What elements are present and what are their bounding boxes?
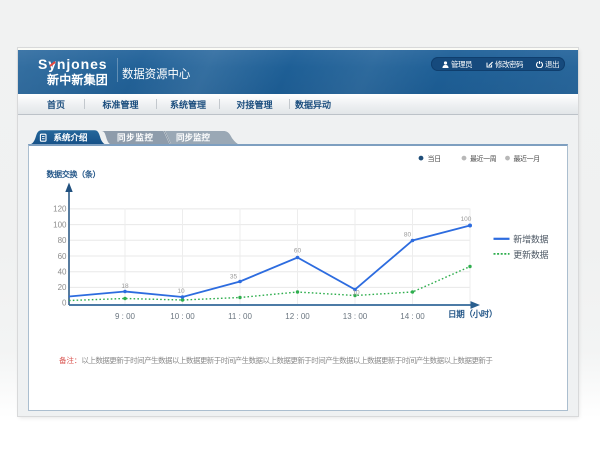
svg-text:10: 10 [352,289,360,296]
svg-text:11 : 00: 11 : 00 [228,312,252,321]
svg-text:最近一周: 最近一周 [470,153,497,162]
svg-text:新增数据: 新增数据 [513,233,548,244]
svg-text:100: 100 [461,216,472,223]
svg-text:60: 60 [58,251,67,260]
svg-text:最近一月: 最近一月 [514,153,541,162]
svg-text:40: 40 [58,267,67,276]
svg-text:100: 100 [53,220,67,229]
svg-text:14 : 00: 14 : 00 [400,312,425,321]
svg-text:日期（小时）: 日期（小时） [448,309,498,319]
svg-text:10 : 00: 10 : 00 [170,312,195,321]
svg-text:备注：: 备注： [59,354,81,364]
svg-text:13 : 00: 13 : 00 [343,312,368,321]
svg-text:0: 0 [62,298,67,307]
svg-text:9 : 00: 9 : 00 [115,312,136,321]
svg-text:系统介绍: 系统介绍 [54,132,88,142]
svg-text:80: 80 [58,236,67,245]
svg-text:以上数据更新于时间产生数据以上数据更新于时间产生数据以上数据: 以上数据更新于时间产生数据以上数据更新于时间产生数据以上数据更新于时间产生数据以… [81,354,493,364]
svg-text:20: 20 [58,283,67,292]
svg-text:18: 18 [121,283,129,290]
svg-text:同步监控: 同步监控 [117,132,153,142]
svg-text:120: 120 [53,204,67,213]
svg-text:35: 35 [230,273,238,280]
svg-text:60: 60 [294,247,302,254]
svg-text:80: 80 [404,231,412,238]
svg-text:10: 10 [177,288,185,295]
svg-text:同步监控: 同步监控 [176,132,210,142]
svg-text:数据交换（条）: 数据交换（条） [47,169,101,179]
svg-text:更新数据: 更新数据 [513,248,548,259]
svg-text:当日: 当日 [428,153,442,162]
svg-text:12 : 00: 12 : 00 [285,312,310,321]
